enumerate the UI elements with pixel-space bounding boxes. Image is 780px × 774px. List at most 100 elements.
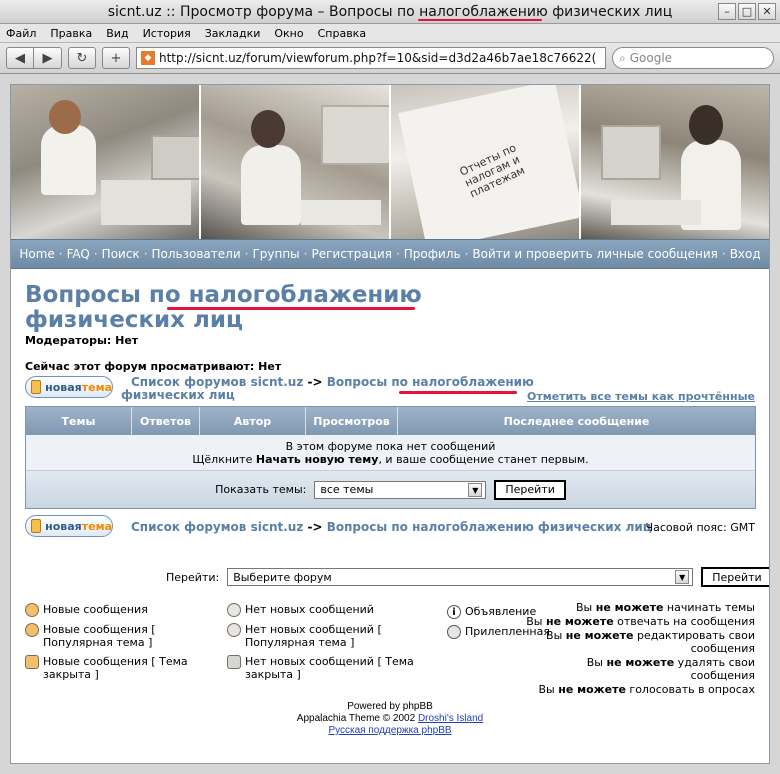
window-controls: – □ ✕ (718, 3, 776, 20)
breadcrumb-current-forum[interactable]: Вопросы по налогоблажению физических лиц (327, 520, 652, 534)
permissions-list: Вы не можете начинать темы Вы не можете … (525, 601, 755, 697)
banner-photo-office-3 (581, 85, 769, 239)
mark-all-read-link[interactable]: Отметить все темы как прочтённые (527, 390, 755, 403)
header-banner: Отчеты по налогам и платежам (11, 85, 769, 239)
filter-go-button[interactable]: Перейти (494, 479, 566, 500)
page-title-line2: физических лиц (25, 307, 244, 333)
moderators-info: Модераторы: Нет (25, 334, 139, 347)
breadcrumb-separator: -> (307, 520, 323, 534)
sticky-icon (447, 625, 461, 639)
perm-delete: Вы не можете удалять свои сообщения (586, 656, 755, 682)
menu-bar: Файл Правка Вид История Закладки Окно Сп… (0, 24, 780, 43)
chevron-down-icon: ▼ (675, 570, 690, 584)
page-title-line1: Вопросы по налогоблажению (25, 282, 422, 308)
breadcrumb-forum-index[interactable]: Список форумов sicnt.uz (131, 520, 303, 534)
nav-search[interactable]: Поиск (102, 247, 140, 261)
breadcrumb-separator: -> (307, 375, 323, 389)
menu-view[interactable]: Вид (106, 27, 128, 40)
page-footer: Powered by phpBB Appalachia Theme © 2002… (11, 701, 769, 737)
breadcrumb-current-forum-a[interactable]: Вопросы по налогоблажению (327, 375, 534, 389)
address-bar[interactable]: ◆ http://sicnt.uz/forum/viewforum.php?f=… (136, 47, 606, 69)
menu-window[interactable]: Окно (274, 27, 303, 40)
footer-theme: Appalachia Theme © 2002 Droshi's Island (296, 713, 484, 724)
menu-bookmarks[interactable]: Закладки (205, 27, 261, 40)
legend-no-new-posts-hot: Нет новых сообщений [ Популярная тема ] (227, 623, 417, 649)
breadcrumb-forum-index[interactable]: Список форумов sicnt.uz (131, 375, 303, 389)
banner-photo-office-2 (201, 85, 391, 239)
new-topic-label: новаятема (45, 519, 112, 533)
menu-edit[interactable]: Правка (50, 27, 92, 40)
topic-filter-select[interactable]: все темы ▼ (314, 480, 487, 499)
forward-arrow-icon[interactable]: ▶ (34, 47, 62, 69)
main-navigation: Home · FAQ · Поиск · Пользователи · Группы · … (11, 239, 769, 269)
footer-theme-link[interactable]: Droshi's Island (418, 713, 483, 724)
search-icon: ⌕ (619, 50, 626, 65)
jump-go-button[interactable]: Перейти (701, 567, 769, 587)
site-favicon-icon: ◆ (141, 51, 155, 65)
back-arrow-icon[interactable]: ◀ (6, 47, 34, 69)
menu-file[interactable]: Файл (6, 27, 36, 40)
close-icon[interactable]: ✕ (758, 3, 776, 20)
legend-new-posts-hot: Новые сообщения [ Популярная тема ] (25, 623, 205, 649)
nav-home[interactable]: Home (19, 247, 54, 261)
add-bookmark-icon[interactable]: + (102, 47, 130, 69)
reload-icon[interactable]: ↻ (68, 47, 96, 69)
window-titlebar: sicnt.uz :: Просмотр форума – Вопросы по… (0, 0, 780, 24)
topics-table: Темы Ответов Автор Просмотров Последнее … (25, 406, 756, 509)
new-topic-button[interactable]: новаятема (25, 376, 113, 398)
maximize-icon[interactable]: □ (738, 3, 756, 20)
address-text[interactable]: http://sicnt.uz/forum/viewforum.php?f=10… (159, 51, 596, 65)
nav-login[interactable]: Вход (730, 247, 761, 261)
menu-history[interactable]: История (143, 27, 191, 40)
filter-label: Показать темы: (215, 483, 307, 496)
breadcrumb-highlight-underline (399, 391, 517, 394)
viewing-users: Сейчас этот форум просматривают: Нет (25, 360, 282, 373)
folder-new-icon (25, 603, 39, 617)
perm-reply: Вы не можете отвечать на сообщения (526, 615, 755, 628)
title-highlight-underline (167, 307, 415, 310)
no-topics-message: В этом форуме пока нет сообщений Щёлкнит… (26, 435, 755, 470)
minimize-icon[interactable]: – (718, 3, 736, 20)
nav-buttons: ◀ ▶ (6, 47, 62, 69)
new-topic-button-bottom[interactable]: новаятема (25, 515, 113, 537)
col-views: Просмотров (306, 407, 398, 435)
legend-no-new-posts: Нет новых сообщений (227, 603, 417, 617)
footer-support-link[interactable]: Русская поддержка phpBB (328, 725, 451, 736)
col-topics: Темы (26, 407, 132, 435)
nav-groups[interactable]: Группы (252, 247, 299, 261)
new-topic-icon (31, 519, 42, 533)
folder-locked-icon (227, 655, 241, 669)
footer-powered: Powered by phpBB (347, 701, 433, 712)
legend-new-posts-locked: Новые сообщения [ Тема закрыта ] (25, 655, 205, 681)
nav-register[interactable]: Регистрация (311, 247, 391, 261)
folder-hot-icon (227, 623, 241, 637)
perm-vote: Вы не можете голосовать в опросах (538, 683, 756, 696)
jump-forum-select[interactable]: Выберите форум ▼ (227, 568, 694, 586)
jump-label: Перейти: (166, 570, 220, 584)
browser-toolbar: ◀ ▶ ↻ + ◆ http://sicnt.uz/forum/viewforu… (0, 43, 780, 74)
folder-icon (227, 603, 241, 617)
announcement-icon: i (447, 605, 461, 619)
nav-faq[interactable]: FAQ (67, 247, 90, 261)
nav-profile[interactable]: Профиль (404, 247, 461, 261)
legend-column-1: Новые сообщения Новые сообщения [ Популя… (25, 603, 205, 687)
nav-users[interactable]: Пользователи (152, 247, 241, 261)
legend-new-posts: Новые сообщения (25, 603, 205, 617)
window-title: sicnt.uz :: Просмотр форума – Вопросы по… (107, 4, 673, 20)
perm-edit: Вы не можете редактировать свои сообщени… (546, 629, 755, 655)
legend-column-2: Нет новых сообщений Нет новых сообщений … (227, 603, 417, 687)
legend-no-new-posts-locked: Нет новых сообщений [ Тема закрыта ] (227, 655, 417, 681)
search-placeholder: Google (629, 51, 673, 65)
search-field[interactable]: ⌕ Google (612, 47, 774, 69)
folder-new-hot-icon (25, 623, 39, 637)
timezone-info: Часовой пояс: GMT (645, 521, 755, 534)
chevron-down-icon: ▼ (468, 482, 483, 497)
col-author: Автор (200, 407, 306, 435)
menu-help[interactable]: Справка (318, 27, 366, 40)
col-last-post: Последнее сообщение (503, 414, 650, 428)
nav-private-messages[interactable]: Войти и проверить личные сообщения (472, 247, 717, 261)
folder-new-locked-icon (25, 655, 39, 669)
topic-filter-row: Показать темы: все темы ▼ Перейти (26, 470, 755, 508)
breadcrumb: Список форумов sicnt.uz -> Вопросы по на… (121, 376, 534, 402)
breadcrumb-bottom: Список форумов sicnt.uz -> Вопросы по на… (131, 520, 652, 534)
